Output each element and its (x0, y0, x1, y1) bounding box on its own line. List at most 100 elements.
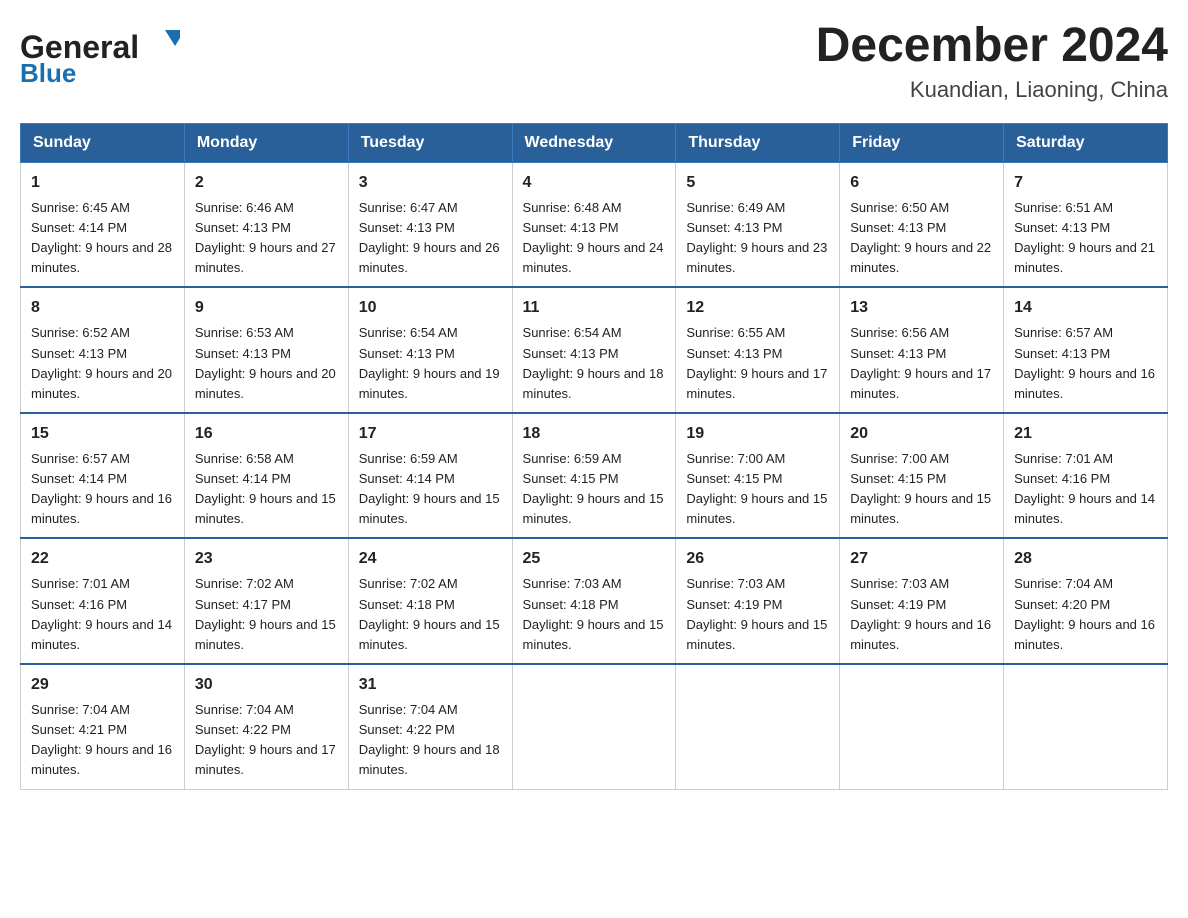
day-info: Sunrise: 7:01 AMSunset: 4:16 PMDaylight:… (31, 574, 174, 655)
day-number: 25 (523, 547, 666, 571)
calendar-cell: 14 Sunrise: 6:57 AMSunset: 4:13 PMDayligh… (1004, 287, 1168, 413)
calendar-day-header: Friday (840, 123, 1004, 162)
day-info: Sunrise: 7:04 AMSunset: 4:21 PMDaylight:… (31, 700, 174, 781)
calendar-cell: 30 Sunrise: 7:04 AMSunset: 4:22 PMDayligh… (184, 664, 348, 789)
day-info: Sunrise: 6:59 AMSunset: 4:14 PMDaylight:… (359, 449, 502, 530)
day-number: 27 (850, 547, 993, 571)
calendar-cell: 16Sunrise: 6:58 AMSunset: 4:14 PMDayligh… (184, 413, 348, 539)
calendar-table: SundayMondayTuesdayWednesdayThursdayFrid… (20, 123, 1168, 790)
day-number: 10 (359, 296, 502, 320)
day-info: Sunrise: 7:02 AMSunset: 4:18 PMDaylight:… (359, 574, 502, 655)
day-info: Sunrise: 7:02 AMSunset: 4:17 PMDaylight:… (195, 574, 338, 655)
day-info: Sunrise: 6:48 AMSunset: 4:13 PMDaylight:… (523, 198, 666, 279)
calendar-cell (676, 664, 840, 789)
calendar-day-header: Monday (184, 123, 348, 162)
calendar-cell: 21 Sunrise: 7:01 AMSunset: 4:16 PMDayligh… (1004, 413, 1168, 539)
svg-text:Blue: Blue (20, 58, 76, 88)
day-number: 30 (195, 673, 338, 697)
calendar-cell: 11 Sunrise: 6:54 AMSunset: 4:13 PMDayligh… (512, 287, 676, 413)
calendar-cell: 1Sunrise: 6:45 AMSunset: 4:14 PMDaylight… (21, 162, 185, 287)
calendar-week-row: 15 Sunrise: 6:57 AMSunset: 4:14 PMDayligh… (21, 413, 1168, 539)
calendar-cell: 19 Sunrise: 7:00 AMSunset: 4:15 PMDayligh… (676, 413, 840, 539)
day-number: 2 (195, 171, 338, 195)
day-number: 26 (686, 547, 829, 571)
day-info: Sunrise: 6:55 AMSunset: 4:13 PMDaylight:… (686, 323, 829, 404)
day-number: 9 (195, 296, 338, 320)
day-info: Sunrise: 7:04 AMSunset: 4:22 PMDaylight:… (195, 700, 338, 781)
day-info: Sunrise: 6:46 AMSunset: 4:13 PMDaylight:… (195, 198, 338, 279)
day-number: 13 (850, 296, 993, 320)
calendar-cell: 13 Sunrise: 6:56 AMSunset: 4:13 PMDayligh… (840, 287, 1004, 413)
calendar-week-row: 29 Sunrise: 7:04 AMSunset: 4:21 PMDayligh… (21, 664, 1168, 789)
day-info: Sunrise: 7:01 AMSunset: 4:16 PMDaylight:… (1014, 449, 1157, 530)
day-info: Sunrise: 6:47 AMSunset: 4:13 PMDaylight:… (359, 198, 502, 279)
calendar-cell: 7 Sunrise: 6:51 AMSunset: 4:13 PMDaylight… (1004, 162, 1168, 287)
day-number: 7 (1014, 171, 1157, 195)
day-number: 18 (523, 422, 666, 446)
day-number: 12 (686, 296, 829, 320)
calendar-cell: 4 Sunrise: 6:48 AMSunset: 4:13 PMDaylight… (512, 162, 676, 287)
calendar-cell (840, 664, 1004, 789)
day-info: Sunrise: 6:57 AMSunset: 4:13 PMDaylight:… (1014, 323, 1157, 404)
title-block: December 2024 Kuandian, Liaoning, China (816, 20, 1168, 103)
calendar-day-header: Saturday (1004, 123, 1168, 162)
calendar-day-header: Wednesday (512, 123, 676, 162)
calendar-cell: 2 Sunrise: 6:46 AMSunset: 4:13 PMDaylight… (184, 162, 348, 287)
day-number: 20 (850, 422, 993, 446)
day-number: 5 (686, 171, 829, 195)
location: Kuandian, Liaoning, China (816, 77, 1168, 103)
calendar-week-row: 8Sunrise: 6:52 AMSunset: 4:13 PMDaylight… (21, 287, 1168, 413)
month-year: December 2024 (816, 20, 1168, 73)
calendar-cell: 5Sunrise: 6:49 AMSunset: 4:13 PMDaylight… (676, 162, 840, 287)
page-header: General Blue December 2024 Kuandian, Lia… (20, 20, 1168, 103)
calendar-cell: 25Sunrise: 7:03 AMSunset: 4:18 PMDayligh… (512, 538, 676, 664)
day-info: Sunrise: 6:56 AMSunset: 4:13 PMDaylight:… (850, 323, 993, 404)
day-number: 19 (686, 422, 829, 446)
day-number: 21 (1014, 422, 1157, 446)
day-number: 14 (1014, 296, 1157, 320)
day-number: 17 (359, 422, 502, 446)
calendar-cell: 10 Sunrise: 6:54 AMSunset: 4:13 PMDayligh… (348, 287, 512, 413)
day-info: Sunrise: 6:57 AMSunset: 4:14 PMDaylight:… (31, 449, 174, 530)
calendar-cell: 6Sunrise: 6:50 AMSunset: 4:13 PMDaylight… (840, 162, 1004, 287)
calendar-cell: 24 Sunrise: 7:02 AMSunset: 4:18 PMDayligh… (348, 538, 512, 664)
day-number: 23 (195, 547, 338, 571)
day-number: 4 (523, 171, 666, 195)
day-info: Sunrise: 7:03 AMSunset: 4:19 PMDaylight:… (686, 574, 829, 655)
logo-svg: General Blue (20, 20, 180, 90)
day-number: 24 (359, 547, 502, 571)
day-info: Sunrise: 7:03 AMSunset: 4:19 PMDaylight:… (850, 574, 993, 655)
day-info: Sunrise: 6:53 AMSunset: 4:13 PMDaylight:… (195, 323, 338, 404)
day-number: 15 (31, 422, 174, 446)
day-info: Sunrise: 6:58 AMSunset: 4:14 PMDaylight:… (195, 449, 338, 530)
day-number: 8 (31, 296, 174, 320)
day-number: 11 (523, 296, 666, 320)
calendar-cell: 12 Sunrise: 6:55 AMSunset: 4:13 PMDayligh… (676, 287, 840, 413)
day-number: 31 (359, 673, 502, 697)
calendar-day-header: Thursday (676, 123, 840, 162)
calendar-cell: 29 Sunrise: 7:04 AMSunset: 4:21 PMDayligh… (21, 664, 185, 789)
calendar-cell: 31Sunrise: 7:04 AMSunset: 4:22 PMDayligh… (348, 664, 512, 789)
day-number: 3 (359, 171, 502, 195)
calendar-day-header: Sunday (21, 123, 185, 162)
day-number: 28 (1014, 547, 1157, 571)
calendar-cell: 17 Sunrise: 6:59 AMSunset: 4:14 PMDayligh… (348, 413, 512, 539)
day-number: 29 (31, 673, 174, 697)
calendar-cell: 18 Sunrise: 6:59 AMSunset: 4:15 PMDayligh… (512, 413, 676, 539)
calendar-cell: 3 Sunrise: 6:47 AMSunset: 4:13 PMDaylight… (348, 162, 512, 287)
calendar-cell (512, 664, 676, 789)
day-info: Sunrise: 6:54 AMSunset: 4:13 PMDaylight:… (359, 323, 502, 404)
day-info: Sunrise: 7:04 AMSunset: 4:20 PMDaylight:… (1014, 574, 1157, 655)
calendar-cell: 9 Sunrise: 6:53 AMSunset: 4:13 PMDaylight… (184, 287, 348, 413)
day-info: Sunrise: 6:50 AMSunset: 4:13 PMDaylight:… (850, 198, 993, 279)
day-info: Sunrise: 7:00 AMSunset: 4:15 PMDaylight:… (850, 449, 993, 530)
calendar-cell: 23 Sunrise: 7:02 AMSunset: 4:17 PMDayligh… (184, 538, 348, 664)
calendar-cell: 15 Sunrise: 6:57 AMSunset: 4:14 PMDayligh… (21, 413, 185, 539)
calendar-week-row: 22Sunrise: 7:01 AMSunset: 4:16 PMDayligh… (21, 538, 1168, 664)
day-info: Sunrise: 6:51 AMSunset: 4:13 PMDaylight:… (1014, 198, 1157, 279)
day-info: Sunrise: 7:00 AMSunset: 4:15 PMDaylight:… (686, 449, 829, 530)
day-info: Sunrise: 6:45 AMSunset: 4:14 PMDaylight:… (31, 198, 174, 279)
day-info: Sunrise: 6:54 AMSunset: 4:13 PMDaylight:… (523, 323, 666, 404)
day-info: Sunrise: 6:59 AMSunset: 4:15 PMDaylight:… (523, 449, 666, 530)
calendar-cell: 27 Sunrise: 7:03 AMSunset: 4:19 PMDayligh… (840, 538, 1004, 664)
